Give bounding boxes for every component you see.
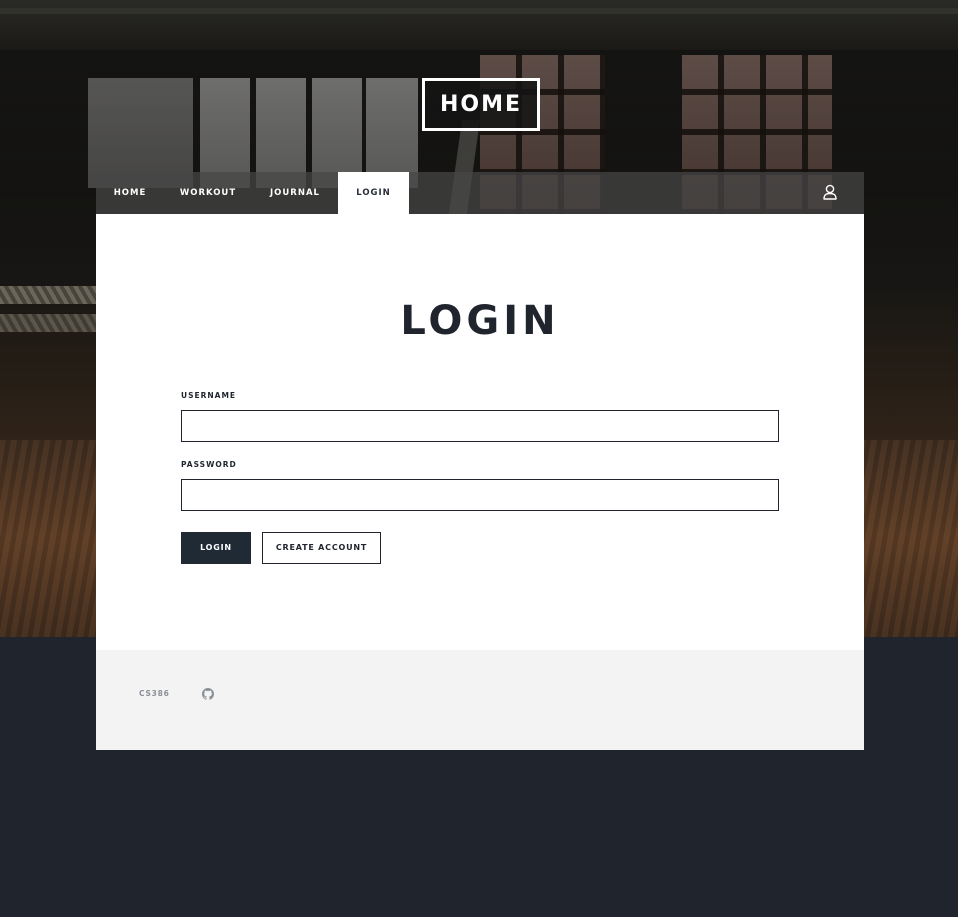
create-account-button[interactable]: CREATE ACCOUNT: [262, 532, 381, 564]
user-icon[interactable]: [823, 184, 837, 200]
background-rope: [0, 314, 96, 332]
main-nav: HOME WORKOUT JOURNAL LOGIN: [96, 172, 864, 214]
footer-course-label: CS386: [139, 689, 170, 698]
password-input[interactable]: [181, 479, 779, 511]
username-label: USERNAME: [181, 391, 237, 400]
nav-item-journal[interactable]: JOURNAL: [260, 172, 330, 214]
background-rope: [0, 286, 96, 304]
github-icon[interactable]: [202, 688, 214, 700]
nav-item-workout[interactable]: WORKOUT: [174, 172, 242, 214]
password-label: PASSWORD: [181, 460, 237, 469]
login-card: LOGIN USERNAME PASSWORD LOGIN CREATE ACC…: [96, 214, 864, 650]
nav-item-home[interactable]: HOME: [96, 172, 164, 214]
site-logo-home-link[interactable]: HOME: [422, 78, 540, 131]
footer: CS386: [96, 650, 864, 750]
background-beam: [0, 8, 958, 14]
login-button[interactable]: LOGIN: [181, 532, 251, 564]
username-input[interactable]: [181, 410, 779, 442]
page-title: LOGIN: [400, 298, 560, 344]
nav-item-login[interactable]: LOGIN: [338, 172, 409, 214]
